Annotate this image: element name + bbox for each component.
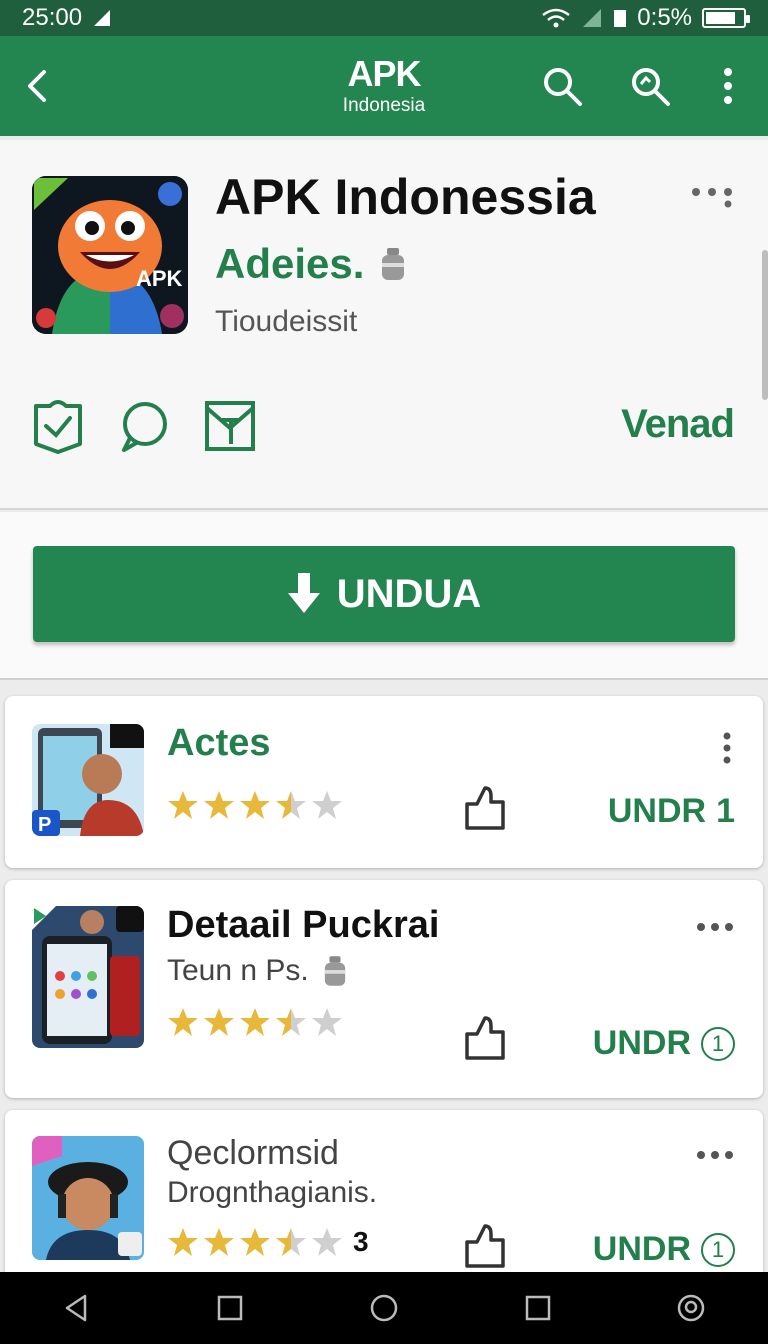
more-vert-icon[interactable] xyxy=(712,64,756,108)
action-badge: 1 xyxy=(716,792,735,830)
star-icon xyxy=(204,791,234,819)
wifi-icon xyxy=(542,8,571,28)
download-arrow-icon xyxy=(287,573,320,613)
star-rating xyxy=(167,1006,343,1038)
star-rating xyxy=(167,789,343,821)
list-item-action[interactable]: UNDR 1 xyxy=(608,792,735,831)
assistant-icon[interactable] xyxy=(675,1292,707,1324)
battery-percent: 0:5% xyxy=(637,4,692,31)
app-thumbnail: P xyxy=(32,724,144,836)
app-header-card: APK APK Indonessia Adeies. Tioudeissit V… xyxy=(0,140,768,510)
action-label: UNDR xyxy=(592,1230,691,1268)
star-icon xyxy=(204,1008,234,1036)
bottle-icon xyxy=(382,248,405,280)
developer-name[interactable]: Adeies. xyxy=(215,240,364,288)
verified-shield-icon[interactable] xyxy=(32,398,84,454)
app-badges xyxy=(32,398,256,454)
list-item-action[interactable]: UNDR 1 xyxy=(593,1024,735,1063)
list-item-subtitle: Drognthagianis. xyxy=(167,1176,378,1209)
home-circle-icon[interactable] xyxy=(368,1292,400,1324)
list-item[interactable]: Detaail Puckrai Teun n Ps. UNDR 1 xyxy=(5,880,763,1098)
bottle-icon xyxy=(324,956,345,986)
star-icon xyxy=(276,1008,306,1036)
list-item[interactable]: Qeclormsid Drognthagianis. 3 UNDR 1 xyxy=(5,1110,763,1290)
battery-icon xyxy=(702,8,750,28)
thumbs-up-icon[interactable] xyxy=(463,1222,507,1268)
action-label: UNDR xyxy=(607,792,707,830)
star-icon xyxy=(240,1228,270,1256)
app-category: Tioudeissit xyxy=(215,305,358,338)
star-icon xyxy=(276,791,306,819)
app-title: APK Indonessia xyxy=(215,169,596,225)
star-icon xyxy=(168,1228,198,1256)
zoom-search-icon[interactable] xyxy=(628,64,672,108)
list-item-title: Qeclormsid xyxy=(167,1134,339,1172)
more-vert-icon[interactable] xyxy=(719,732,735,764)
app-icon: APK xyxy=(32,176,188,334)
search-icon[interactable] xyxy=(540,64,584,108)
scrollbar[interactable] xyxy=(762,250,768,400)
thumbs-up-icon[interactable] xyxy=(463,784,507,830)
app-bar: APK Indonesia xyxy=(0,36,768,136)
app-thumbnail xyxy=(32,1136,144,1260)
chat-bubble-icon[interactable] xyxy=(118,398,170,454)
rating-count: 3 xyxy=(353,1226,369,1257)
more-horiz-icon[interactable] xyxy=(695,920,735,934)
download-label: UNDUA xyxy=(336,571,482,616)
action-badge: 1 xyxy=(701,1026,735,1061)
star-icon xyxy=(312,1008,342,1036)
list-item-subtitle: Teun n Ps. xyxy=(167,954,347,988)
star-icon xyxy=(240,791,270,819)
star-icon xyxy=(204,1228,234,1256)
verified-label: Venad xyxy=(621,402,735,446)
star-rating: 3 xyxy=(167,1226,369,1258)
svg-text:P: P xyxy=(38,814,51,836)
recent-square-icon[interactable] xyxy=(214,1292,246,1324)
list-item-action[interactable]: UNDR 1 xyxy=(593,1230,735,1269)
status-time: 25:00 xyxy=(22,4,83,31)
back-triangle-icon[interactable] xyxy=(61,1292,93,1324)
list-item[interactable]: P Actes UNDR 1 xyxy=(5,696,763,868)
list-item-title: Detaail Puckrai xyxy=(167,904,440,946)
battery-fill xyxy=(706,12,735,24)
star-icon xyxy=(312,1228,342,1256)
action-badge: 1 xyxy=(701,1232,735,1267)
action-label: UNDR xyxy=(592,1024,691,1062)
app-thumbnail xyxy=(32,906,144,1048)
sim-icon xyxy=(614,10,627,27)
status-bar: 25:00 0:5% xyxy=(0,0,768,36)
signal-icon xyxy=(94,10,111,26)
app-developer[interactable]: Adeies. xyxy=(215,240,406,288)
thumbs-up-icon[interactable] xyxy=(463,1014,507,1060)
list-item-subtitle-text: Teun n Ps. xyxy=(167,954,309,987)
download-area: UNDUA xyxy=(0,512,768,680)
app-icon-label: APK xyxy=(136,266,183,291)
cell-signal-icon xyxy=(583,9,602,27)
more-horiz-icon[interactable] xyxy=(690,186,734,208)
download-button[interactable]: UNDUA xyxy=(33,546,735,642)
app-icon-mascot: APK xyxy=(32,176,188,334)
star-icon xyxy=(276,1228,306,1256)
more-horiz-icon[interactable] xyxy=(695,1148,735,1162)
overview-square-icon[interactable] xyxy=(522,1292,554,1324)
list-item-title: Actes xyxy=(167,722,271,764)
star-icon xyxy=(168,791,198,819)
star-icon xyxy=(240,1008,270,1036)
media-frame-icon[interactable] xyxy=(204,398,256,454)
star-icon xyxy=(168,1008,198,1036)
system-nav-bar xyxy=(0,1272,768,1344)
star-icon xyxy=(312,791,342,819)
